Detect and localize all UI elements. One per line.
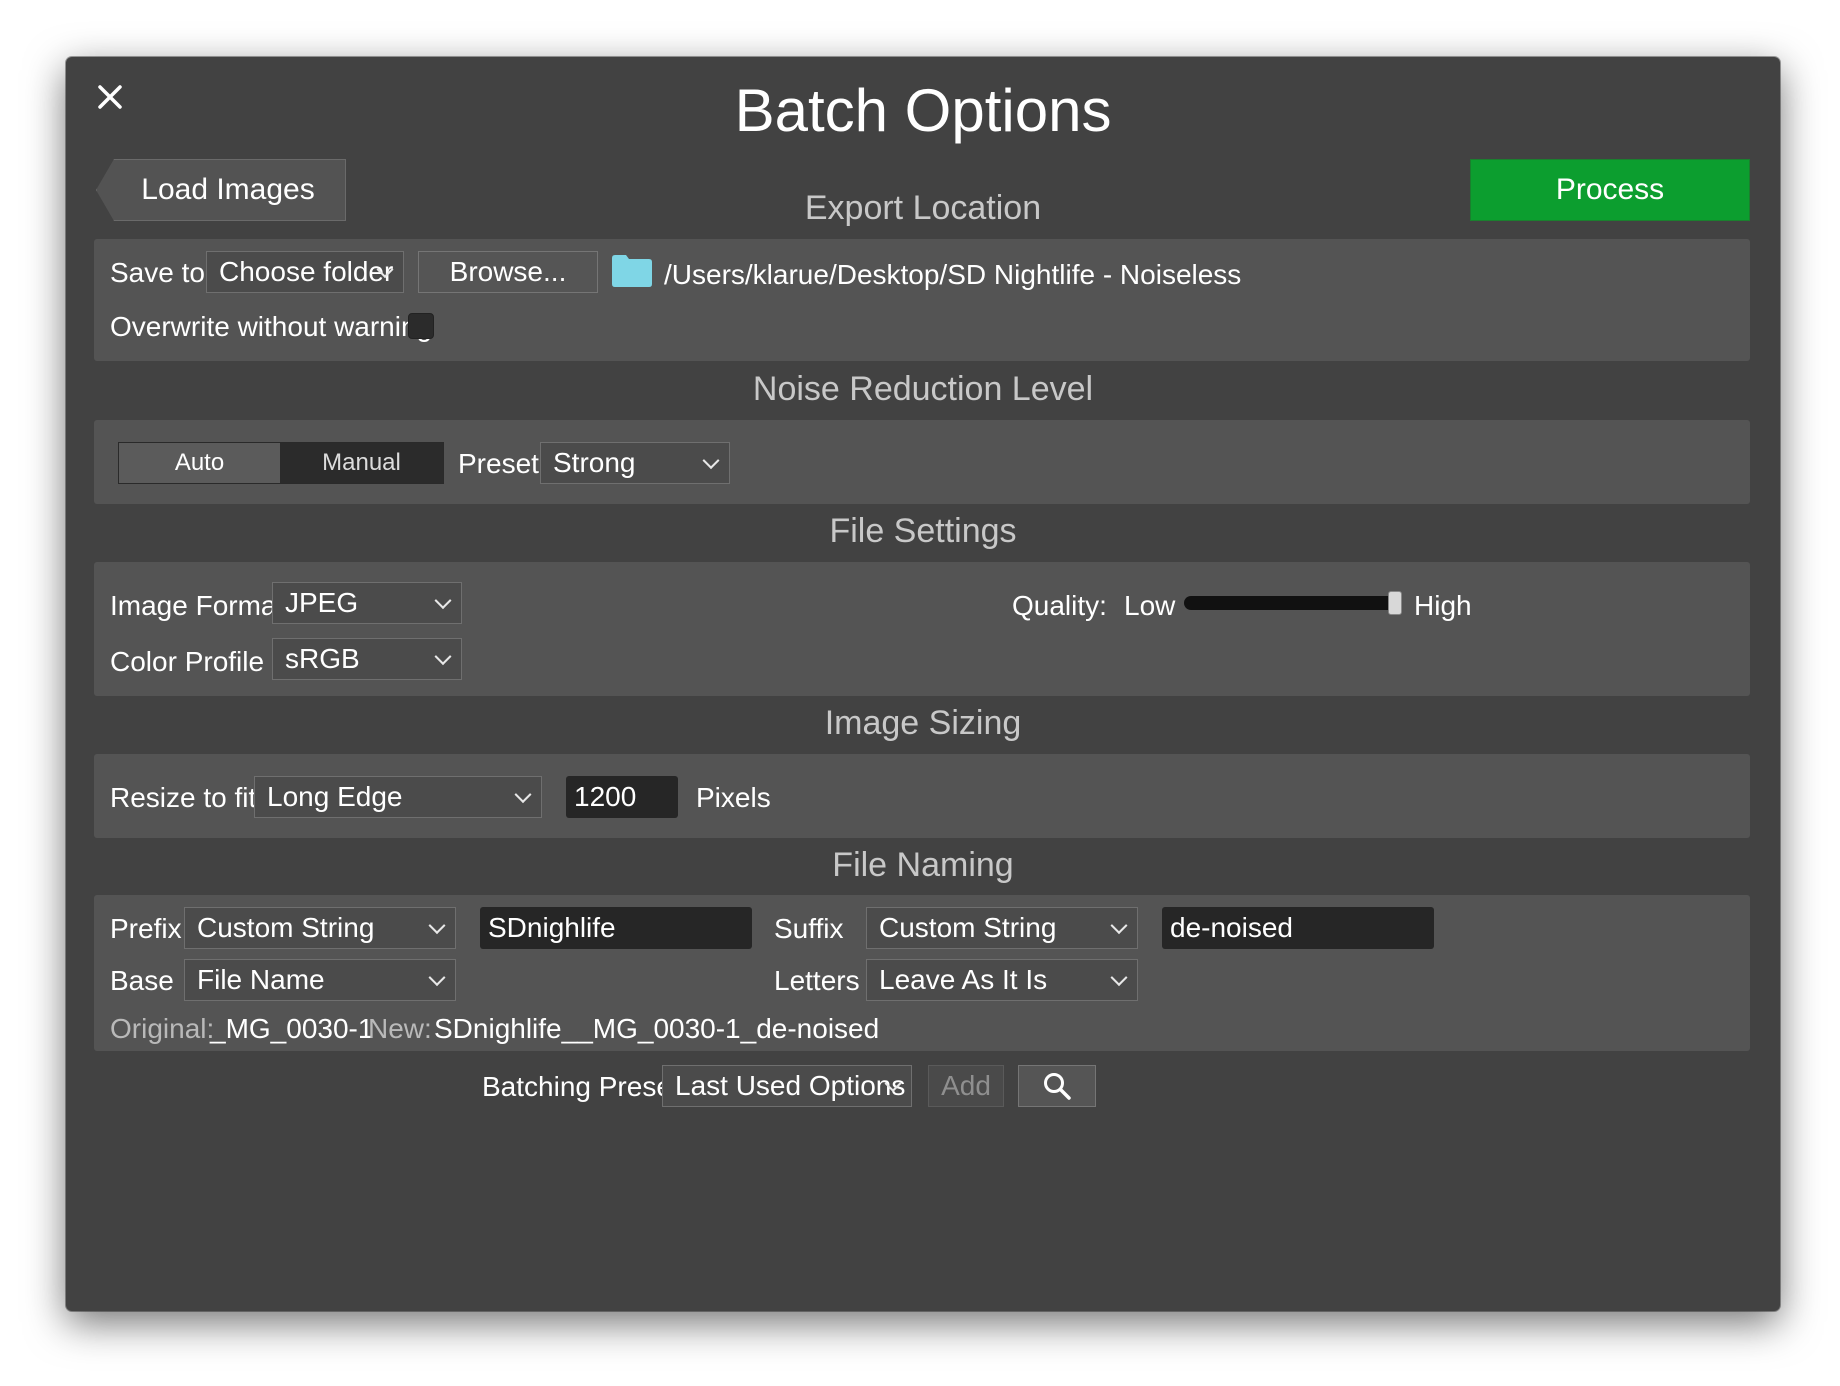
chevron-down-icon <box>514 786 532 804</box>
noise-reduction-heading: Noise Reduction Level <box>752 370 1094 408</box>
file-settings-panel: Image Format JPEG Color Profile sRGB Qua… <box>94 562 1750 696</box>
export-path: /Users/klarue/Desktop/SD Nightlife - Noi… <box>664 259 1242 290</box>
base-select-value: File Name <box>197 964 325 995</box>
export-location-heading: Export Location <box>804 189 1042 227</box>
quality-label: Quality: <box>1012 590 1107 621</box>
letters-label: Letters <box>774 965 860 996</box>
batching-preset-label: Batching Preset <box>482 1071 680 1102</box>
prefix-type-value: Custom String <box>197 912 375 943</box>
batch-options-dialog: Batch Options Load Images Process Export… <box>66 57 1780 1311</box>
color-profile-label: Color Profile <box>110 646 265 677</box>
preset-select[interactable]: Strong <box>540 442 730 484</box>
size-input[interactable]: 1200 <box>566 776 678 818</box>
pixels-label: Pixels <box>696 782 771 813</box>
image-format-label: Image Format <box>110 590 285 621</box>
chevron-down-icon <box>1110 917 1128 935</box>
color-profile-select[interactable]: sRGB <box>272 638 462 680</box>
file-naming-heading: File Naming <box>832 846 1014 884</box>
original-value: _MG_0030-1 <box>210 1013 374 1044</box>
batching-preset-select[interactable]: Last Used Options <box>662 1065 912 1107</box>
suffix-input[interactable]: de-noised <box>1162 907 1434 949</box>
search-preset-button[interactable] <box>1018 1065 1096 1107</box>
prefix-label: Prefix <box>110 913 182 944</box>
base-select[interactable]: File Name <box>184 959 456 1001</box>
letters-select[interactable]: Leave As It Is <box>866 959 1138 1001</box>
new-label: New: <box>368 1013 432 1044</box>
resize-select-value: Long Edge <box>267 781 403 812</box>
suffix-label: Suffix <box>774 913 844 944</box>
folder-icon <box>612 255 652 287</box>
new-filename-value: SDnighlife__MG_0030-1_de-noised <box>434 1013 880 1044</box>
image-sizing-panel: Resize to fit Long Edge 1200 Pixels <box>94 754 1750 838</box>
chevron-down-icon <box>434 648 452 666</box>
preset-label: Preset <box>458 448 539 479</box>
image-sizing-heading: Image Sizing <box>824 704 1022 742</box>
file-naming-panel: Prefix Custom String SDnighlife Suffix C… <box>94 895 1750 1051</box>
base-label: Base <box>110 965 174 996</box>
image-format-select[interactable]: JPEG <box>272 582 462 624</box>
dialog-title: Batch Options <box>734 77 1112 144</box>
quality-low-label: Low <box>1124 590 1176 621</box>
letters-select-value: Leave As It Is <box>879 964 1048 995</box>
chevron-down-icon <box>1110 969 1128 987</box>
image-format-value: JPEG <box>285 587 359 618</box>
quality-slider[interactable] <box>1184 591 1402 615</box>
chevron-down-icon <box>702 452 720 470</box>
overwrite-label: Overwrite without warning <box>110 311 433 342</box>
save-to-label: Save to <box>110 257 205 288</box>
batching-preset-value: Last Used Options <box>675 1070 906 1101</box>
destination-select[interactable]: Choose folder <box>206 251 404 293</box>
export-location-panel: Save to Choose folder Browse... /Users/k… <box>94 239 1750 361</box>
quality-high-label: High <box>1414 590 1472 621</box>
add-preset-button[interactable]: Add <box>928 1065 1004 1107</box>
browse-button[interactable]: Browse... <box>418 251 598 293</box>
file-settings-heading: File Settings <box>829 512 1017 550</box>
chevron-down-icon <box>428 917 446 935</box>
color-profile-value: sRGB <box>285 643 360 674</box>
mode-manual-segment[interactable]: Manual <box>280 443 443 483</box>
resize-label: Resize to fit <box>110 782 257 813</box>
resize-select[interactable]: Long Edge <box>254 776 542 818</box>
overwrite-checkbox[interactable] <box>408 313 434 339</box>
destination-select-value: Choose folder <box>219 256 394 287</box>
mode-segmented-control: Auto Manual <box>118 442 444 484</box>
noise-reduction-panel: Auto Manual Preset Strong <box>94 420 1750 504</box>
chevron-down-icon <box>428 969 446 987</box>
preset-select-value: Strong <box>553 447 636 478</box>
quality-slider-thumb[interactable] <box>1388 591 1402 615</box>
prefix-input[interactable]: SDnighlife <box>480 907 752 949</box>
mode-auto-segment[interactable]: Auto <box>119 443 280 483</box>
suffix-type-value: Custom String <box>879 912 1057 943</box>
search-icon <box>1044 1073 1071 1100</box>
suffix-type-select[interactable]: Custom String <box>866 907 1138 949</box>
chevron-down-icon <box>434 592 452 610</box>
prefix-type-select[interactable]: Custom String <box>184 907 456 949</box>
original-label: Original: <box>110 1013 215 1044</box>
